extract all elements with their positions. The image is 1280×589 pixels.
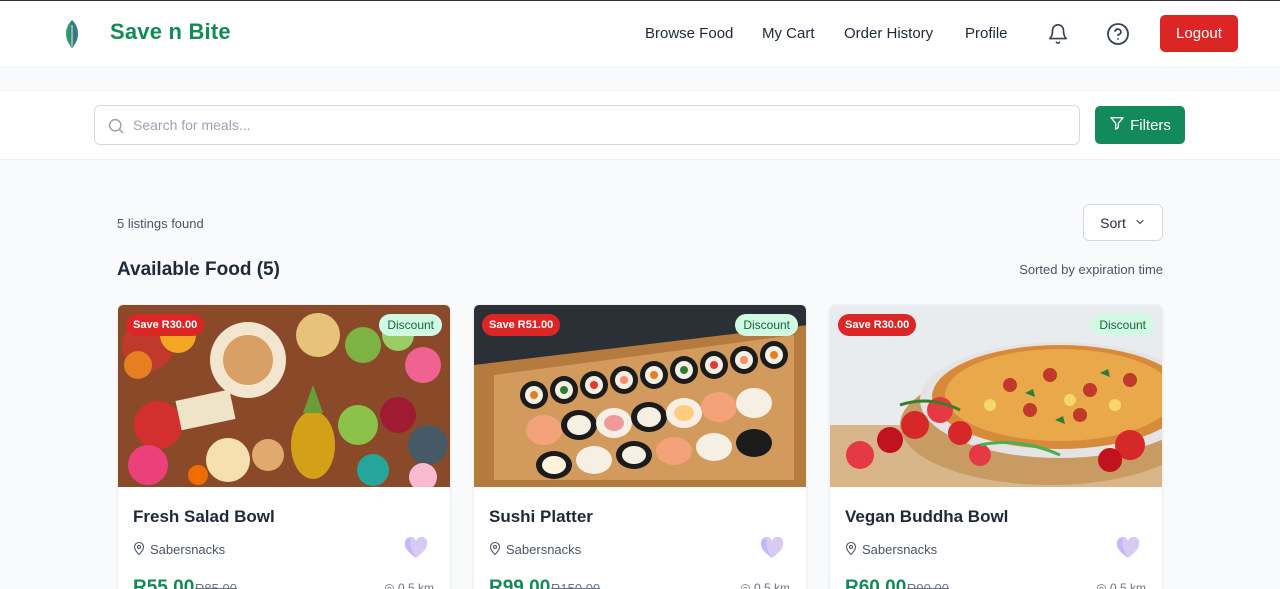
location-dot-icon: ◎ (1096, 581, 1107, 589)
brand-name[interactable]: Save n Bite (110, 19, 231, 45)
current-price: R99.00 (489, 577, 551, 589)
leaf-logo-icon (62, 19, 82, 49)
search-icon (107, 117, 125, 135)
food-title[interactable]: Sushi Platter (489, 507, 593, 527)
discount-badge: Discount (1091, 314, 1154, 336)
save-badge: Save R30.00 (838, 314, 917, 336)
distance: ◎ 0.5 km (1096, 581, 1146, 589)
nav-my-cart[interactable]: My Cart (762, 25, 815, 42)
heart-icon[interactable] (1116, 536, 1140, 559)
vendor-name: Sabersnacks (150, 542, 226, 557)
filters-button[interactable]: Filters (1095, 106, 1185, 144)
vendor-info: Sabersnacks (133, 541, 225, 558)
chevron-down-icon (1134, 215, 1146, 231)
heart-icon[interactable] (404, 536, 428, 559)
current-price: R55.00 (133, 577, 195, 589)
original-price: R85.00 (195, 581, 237, 589)
food-card[interactable]: Save R30.00 Discount Fresh Salad Bowl Sa… (117, 304, 451, 589)
current-price: R60.00 (845, 577, 907, 589)
vendor-name: Sabersnacks (862, 542, 938, 557)
discount-badge: Discount (735, 314, 798, 336)
original-price: R150.00 (551, 581, 601, 589)
map-pin-icon (845, 541, 857, 558)
distance: ◎ 0.5 km (740, 581, 790, 589)
save-badge: Save R51.00 (482, 314, 561, 336)
map-pin-icon (489, 541, 501, 558)
sort-dropdown[interactable]: Sort (1083, 204, 1163, 241)
filter-icon (1109, 115, 1125, 135)
original-price: R90.00 (907, 581, 949, 589)
food-card[interactable]: Save R51.00 Discount Sushi Platter Saber… (473, 304, 807, 589)
bell-icon[interactable] (1045, 21, 1071, 47)
filters-label: Filters (1130, 116, 1171, 134)
food-card[interactable]: Save R30.00 Discount Vegan Buddha Bowl S… (829, 304, 1163, 589)
nav-browse-food[interactable]: Browse Food (645, 25, 733, 42)
search-box[interactable] (94, 105, 1080, 145)
search-input[interactable] (133, 106, 1063, 144)
vendor-info: Sabersnacks (489, 541, 581, 558)
sort-label: Sort (1100, 214, 1126, 231)
top-navbar: Save n Bite Browse Food My Cart Order Hi… (0, 0, 1280, 68)
nav-order-history[interactable]: Order History (844, 25, 933, 42)
map-pin-icon (133, 541, 145, 558)
sort-description: Sorted by expiration time (1019, 262, 1163, 277)
food-title[interactable]: Fresh Salad Bowl (133, 507, 275, 527)
heart-icon[interactable] (760, 536, 784, 559)
nav-profile[interactable]: Profile (965, 25, 1008, 42)
search-bar-section: Filters (0, 90, 1280, 160)
listings-count: 5 listings found (117, 216, 204, 231)
distance: ◎ 0.5 km (384, 581, 434, 589)
discount-badge: Discount (379, 314, 442, 336)
vendor-name: Sabersnacks (506, 542, 582, 557)
help-circle-icon[interactable] (1105, 21, 1131, 47)
location-dot-icon: ◎ (384, 581, 395, 589)
vendor-info: Sabersnacks (845, 541, 937, 558)
logout-button[interactable]: Logout (1160, 15, 1238, 52)
location-dot-icon: ◎ (740, 581, 751, 589)
section-title: Available Food (5) (117, 259, 280, 280)
save-badge: Save R30.00 (126, 314, 205, 336)
food-title[interactable]: Vegan Buddha Bowl (845, 507, 1008, 527)
